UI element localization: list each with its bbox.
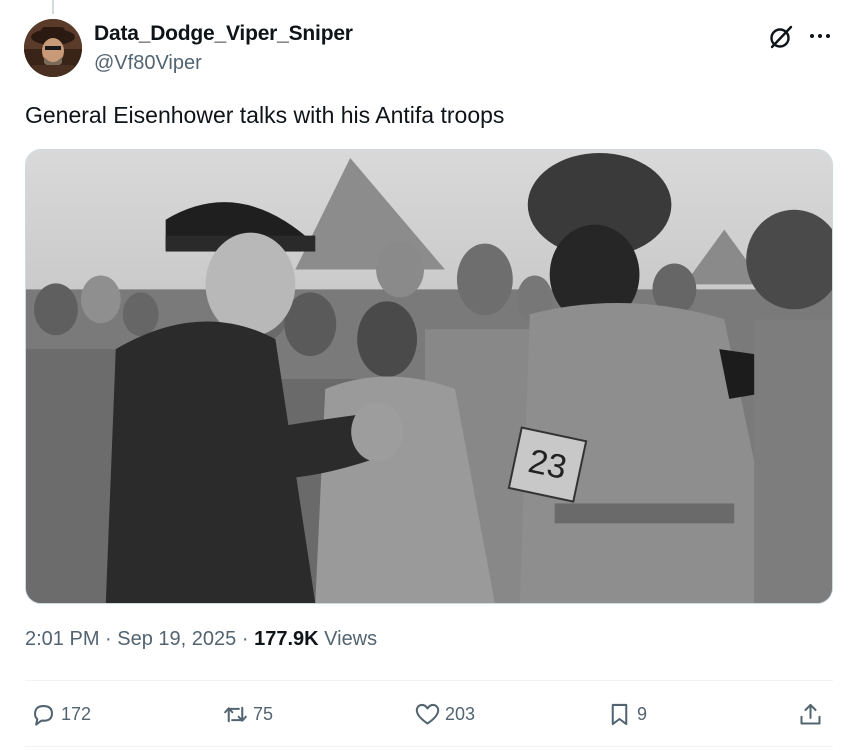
share-icon (800, 703, 821, 725)
tweet-text: General Eisenhower talks with his Antifa… (25, 102, 505, 128)
bookmark-icon (611, 703, 628, 725)
author-display-name[interactable]: Data_Dodge_Viper_Sniper (94, 22, 353, 46)
tweet-photo[interactable]: 23 (25, 149, 833, 604)
repost-icon (224, 706, 247, 722)
tweet-time[interactable]: 2:01 PM (25, 628, 99, 650)
views-count: 177.9K (254, 628, 319, 650)
bookmark-count: 9 (637, 703, 648, 724)
grok-icon[interactable] (768, 24, 794, 50)
reply-button[interactable]: 172 (30, 699, 91, 729)
reply-icon (34, 704, 53, 726)
views-label: Views (324, 628, 378, 650)
meta-separator: · (105, 628, 112, 650)
bookmark-button[interactable]: 9 (606, 699, 647, 729)
meta-separator: · (241, 628, 249, 650)
photo-number-patch: 23 (525, 442, 570, 487)
repost-count: 75 (253, 703, 274, 724)
heart-icon (415, 703, 440, 725)
divider (25, 680, 833, 681)
tweet-meta: 2:01 PM · Sep 19, 2025 · 177.9K Views (25, 628, 377, 651)
avatar-image (24, 19, 82, 77)
share-button[interactable] (797, 699, 824, 729)
more-icon[interactable] (806, 22, 834, 50)
reply-count: 172 (61, 703, 92, 724)
divider (25, 746, 833, 747)
author-handle[interactable]: @Vf80Viper (94, 52, 202, 75)
avatar[interactable] (24, 19, 82, 77)
repost-button[interactable]: 75 (222, 699, 273, 729)
like-button[interactable]: 203 (414, 699, 475, 729)
like-count: 203 (445, 703, 476, 724)
thread-connector-line (52, 0, 54, 14)
tweet-date[interactable]: Sep 19, 2025 (117, 628, 236, 650)
